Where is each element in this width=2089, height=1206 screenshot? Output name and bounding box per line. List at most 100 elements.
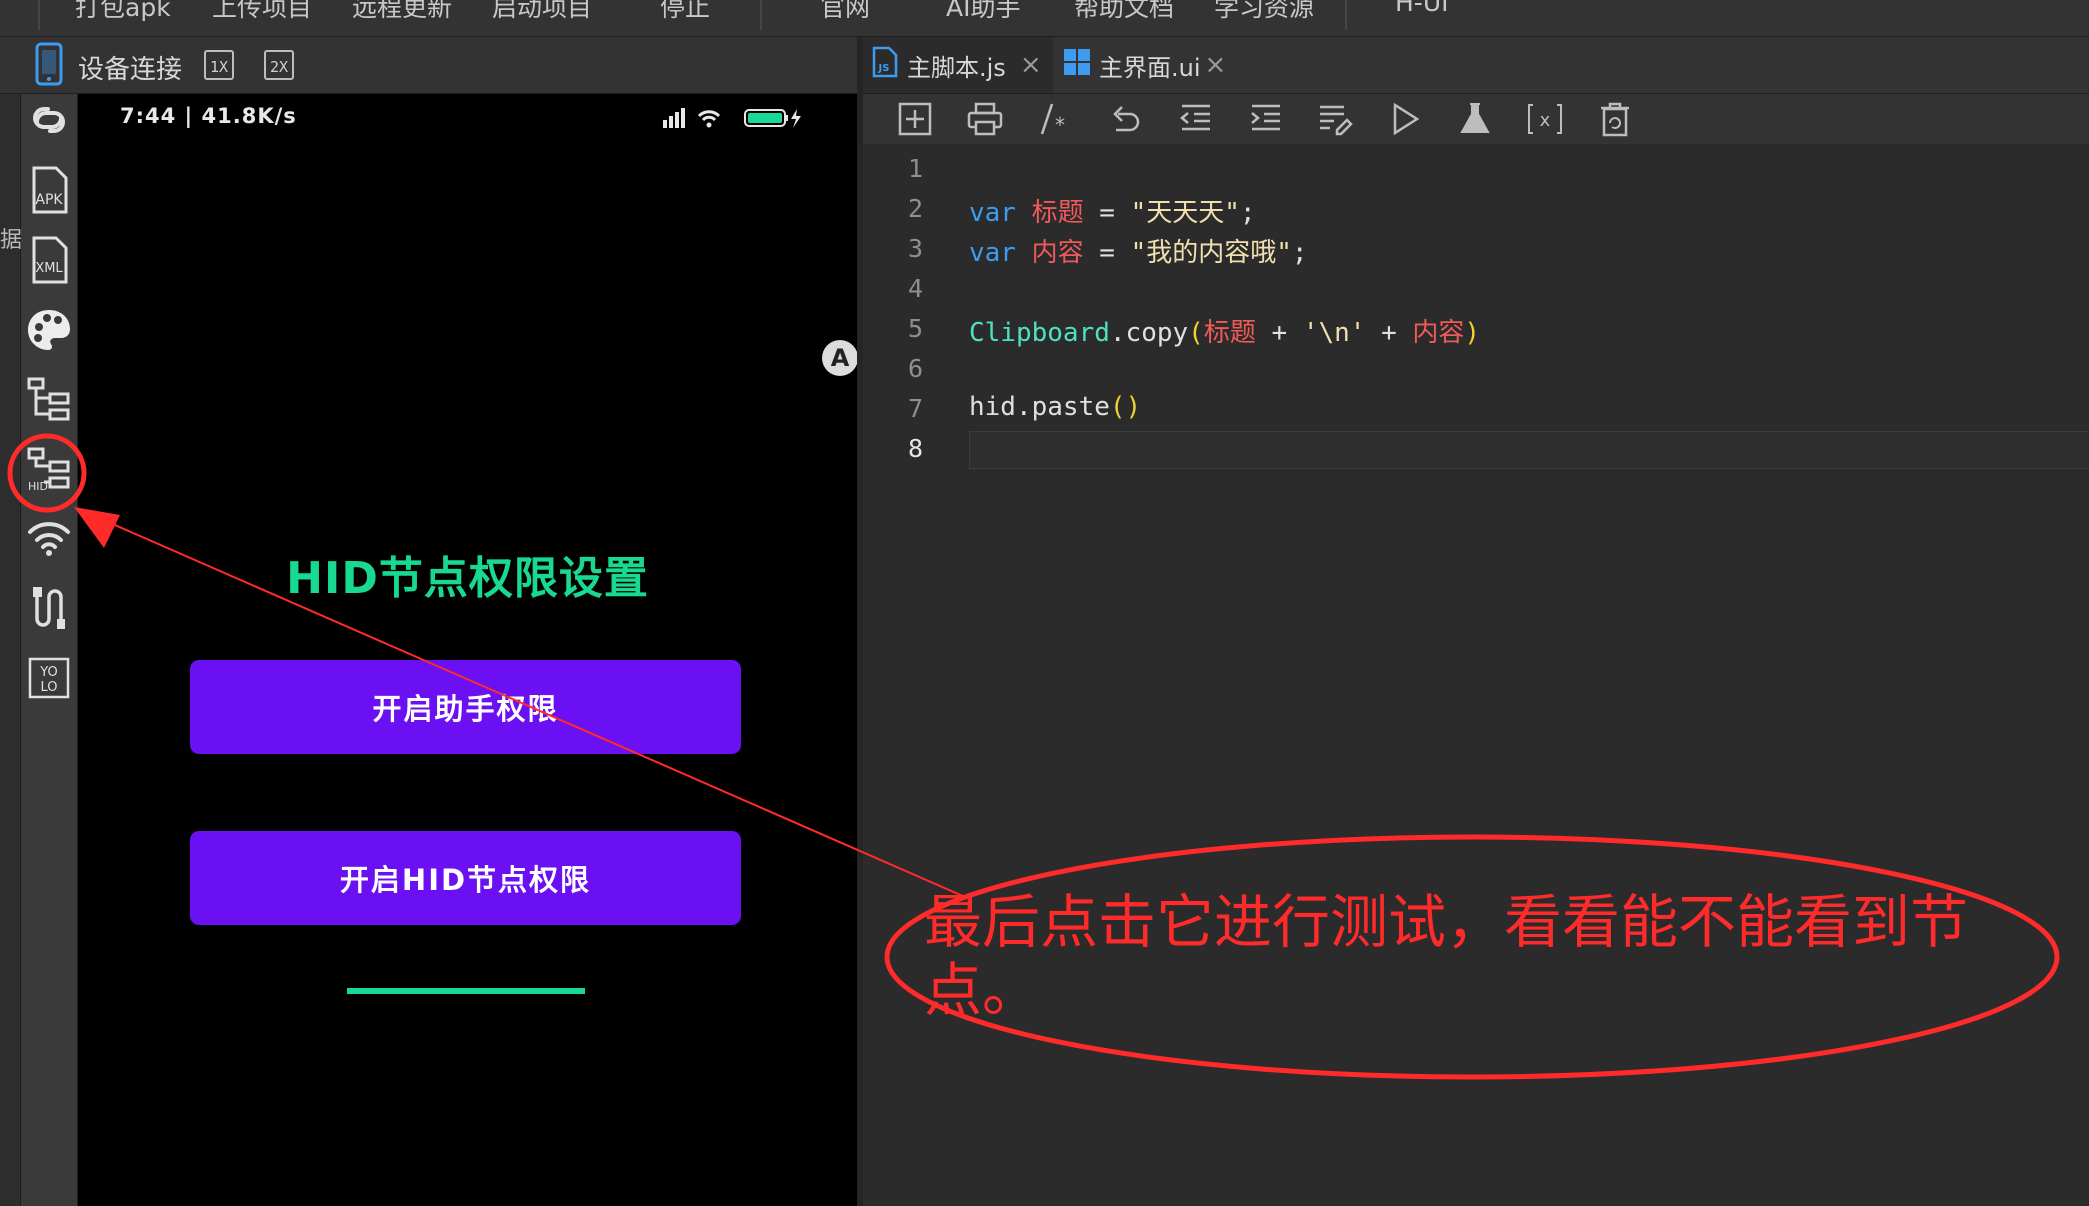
code-string: "我的内容哦" [1130, 238, 1292, 268]
line-number: 1 [907, 154, 923, 183]
left-edge-text: 据 [0, 228, 23, 253]
code-line-3[interactable]: var 内容 = "我的内容哦"; [969, 232, 1308, 269]
code-semicolon: ; [1291, 238, 1308, 268]
svg-text:x: x [1540, 110, 1551, 131]
code-operator: + [1255, 318, 1303, 348]
menu-separator [38, 0, 40, 30]
editor-toolbar: * x [863, 94, 2089, 144]
close-icon[interactable]: × [1205, 50, 1227, 80]
line-number: 5 [907, 314, 923, 343]
phone-device-icon[interactable] [34, 42, 64, 90]
menu-separator [1345, 0, 1347, 30]
enable-assistant-permission-button[interactable]: 开启助手权限 [190, 660, 741, 754]
indent-icon[interactable] [1244, 98, 1286, 140]
device-connect-label[interactable]: 设备连接 [78, 49, 182, 86]
menu-start-project[interactable]: 启动项目 [492, 0, 592, 24]
scale-2x-button[interactable]: 2X [264, 50, 294, 80]
code-keyword: var [969, 238, 1016, 268]
code-variable: 标题 [1203, 318, 1256, 348]
code-variable: 内容 [1031, 238, 1084, 268]
code-string: "天天天" [1130, 198, 1240, 228]
code-paren: () [1109, 392, 1142, 422]
menu-build-apk[interactable]: 打包apk [75, 0, 171, 24]
yolo-icon[interactable]: YO LO [23, 652, 75, 704]
usb-cable-icon[interactable] [23, 582, 75, 634]
code-method: .copy [1109, 318, 1189, 348]
palette-icon[interactable] [23, 304, 75, 356]
node-tree-icon[interactable] [23, 374, 75, 426]
line-number: 3 [907, 234, 923, 263]
svg-text:A: A [831, 344, 850, 372]
menu-ai-assistant[interactable]: AI助手 [946, 0, 1020, 24]
clear-icon[interactable] [1594, 98, 1636, 140]
menu-remote-update[interactable]: 远程更新 [352, 0, 452, 24]
line-number: 7 [907, 394, 923, 423]
apk-icon[interactable]: APK [23, 164, 75, 216]
code-operator: = [1083, 198, 1131, 228]
tab-main-ui[interactable]: 主界面.ui × [1057, 37, 1237, 93]
comment-icon[interactable]: * [1034, 98, 1076, 140]
phone-page-title: HID节点权限设置 [286, 553, 649, 604]
outdent-icon[interactable] [1174, 98, 1216, 140]
code-variable: 标题 [1031, 198, 1084, 228]
xml-icon[interactable]: XML [23, 234, 75, 286]
code-line-5[interactable]: Clipboard.copy(标题 + '\n' + 内容) [969, 312, 1480, 349]
svg-text:JS: JS [878, 63, 890, 74]
close-icon[interactable]: × [1020, 50, 1042, 80]
phone-status-icons [663, 104, 813, 136]
code-line-2[interactable]: var 标题 = "天天天"; [969, 192, 1256, 229]
phone-screen[interactable]: 7:44 | 41.8K/s A HID节点权限设置 开启助手权限 开启HID节… [78, 94, 857, 1206]
menu-help-docs[interactable]: 帮助文档 [1074, 0, 1174, 24]
floating-assistant-icon[interactable]: A [820, 338, 857, 382]
js-file-icon: JS [871, 46, 899, 84]
current-line-highlight [969, 431, 2089, 469]
undo-icon[interactable] [1104, 98, 1146, 140]
tab-main-script[interactable]: JS 主脚本.js × [863, 37, 1053, 93]
svg-text:HID: HID [28, 480, 48, 493]
menu-h-ui[interactable]: H-UI [1395, 0, 1449, 17]
phone-progress-bar [347, 988, 585, 994]
code-operator: = [1083, 238, 1131, 268]
svg-text:*: * [1055, 113, 1065, 136]
code-paren: ) [1464, 318, 1481, 348]
menu-stop[interactable]: 停止 [660, 0, 710, 24]
code-editor[interactable]: 1 2 3 4 5 6 7 8 var 标题 = "天天天"; var 内容 =… [863, 144, 2089, 1206]
add-icon[interactable] [894, 98, 936, 140]
menu-learning-resources[interactable]: 学习资源 [1214, 0, 1314, 24]
code-semicolon: ; [1239, 198, 1256, 228]
svg-text:YO: YO [39, 665, 57, 680]
code-string: '\n' [1302, 318, 1366, 348]
line-number: 2 [907, 194, 923, 223]
menu-official-site[interactable]: 官网 [820, 0, 870, 24]
menu-upload-project[interactable]: 上传项目 [212, 0, 312, 24]
scale-1x-button[interactable]: 1X [204, 50, 234, 80]
tab-label: 主脚本.js [907, 53, 1006, 82]
wifi-icon[interactable] [23, 512, 75, 564]
tool-strip: APK XML HID YO LO [21, 94, 78, 1206]
annotation-callout-text: 最后点击它进行测试，看看能不能看到节点。 [924, 888, 1969, 1024]
hid-node-tree-icon[interactable]: HID [23, 444, 75, 496]
variable-icon[interactable]: x [1524, 98, 1566, 140]
editor-tab-bar: JS 主脚本.js × 主界面.ui × [863, 37, 2089, 94]
code-class: Clipboard [969, 318, 1110, 348]
code-variable: 内容 [1412, 318, 1465, 348]
line-number: 8 [907, 434, 923, 463]
phone-status-time: 7:44 | 41.8K/s [120, 104, 297, 128]
code-function: hid.paste [969, 392, 1110, 422]
run-icon[interactable] [1384, 98, 1426, 140]
code-keyword: var [969, 198, 1016, 228]
device-header: 设备连接 1X 2X [0, 37, 857, 94]
test-icon[interactable] [1454, 98, 1496, 140]
svg-text:XML: XML [35, 261, 63, 276]
print-icon[interactable] [964, 98, 1006, 140]
tab-label: 主界面.ui [1099, 53, 1201, 82]
left-edge-panel: 据 [0, 94, 23, 1206]
format-icon[interactable] [1314, 98, 1356, 140]
code-operator: + [1365, 318, 1413, 348]
code-paren: ( [1188, 318, 1204, 348]
menu-separator [760, 0, 762, 30]
code-line-7[interactable]: hid.paste() [969, 392, 1141, 422]
enable-hid-node-permission-button[interactable]: 开启HID节点权限 [190, 831, 741, 925]
svg-text:APK: APK [35, 192, 63, 208]
link-icon[interactable] [23, 94, 75, 146]
